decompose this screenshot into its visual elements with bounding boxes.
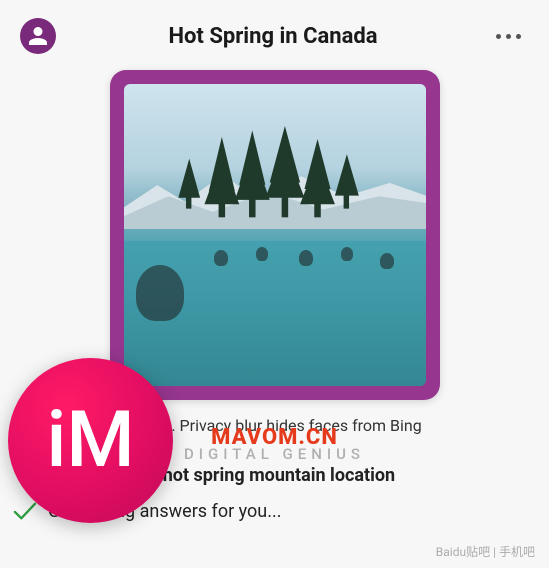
avatar-icon[interactable] bbox=[20, 18, 56, 54]
overlay-logo-badge: iM bbox=[8, 358, 173, 523]
chat-title: Hot Spring in Canada bbox=[56, 24, 490, 49]
watermark-corner: Baidu贴吧 | 手机吧 bbox=[436, 543, 535, 560]
image-card[interactable] bbox=[110, 70, 440, 400]
chat-header: Hot Spring in Canada bbox=[0, 0, 549, 60]
checkmark-icon bbox=[12, 500, 38, 522]
more-options-button[interactable] bbox=[490, 28, 527, 45]
hot-spring-photo bbox=[124, 84, 426, 386]
query-text: hot spring mountain location bbox=[163, 465, 395, 486]
